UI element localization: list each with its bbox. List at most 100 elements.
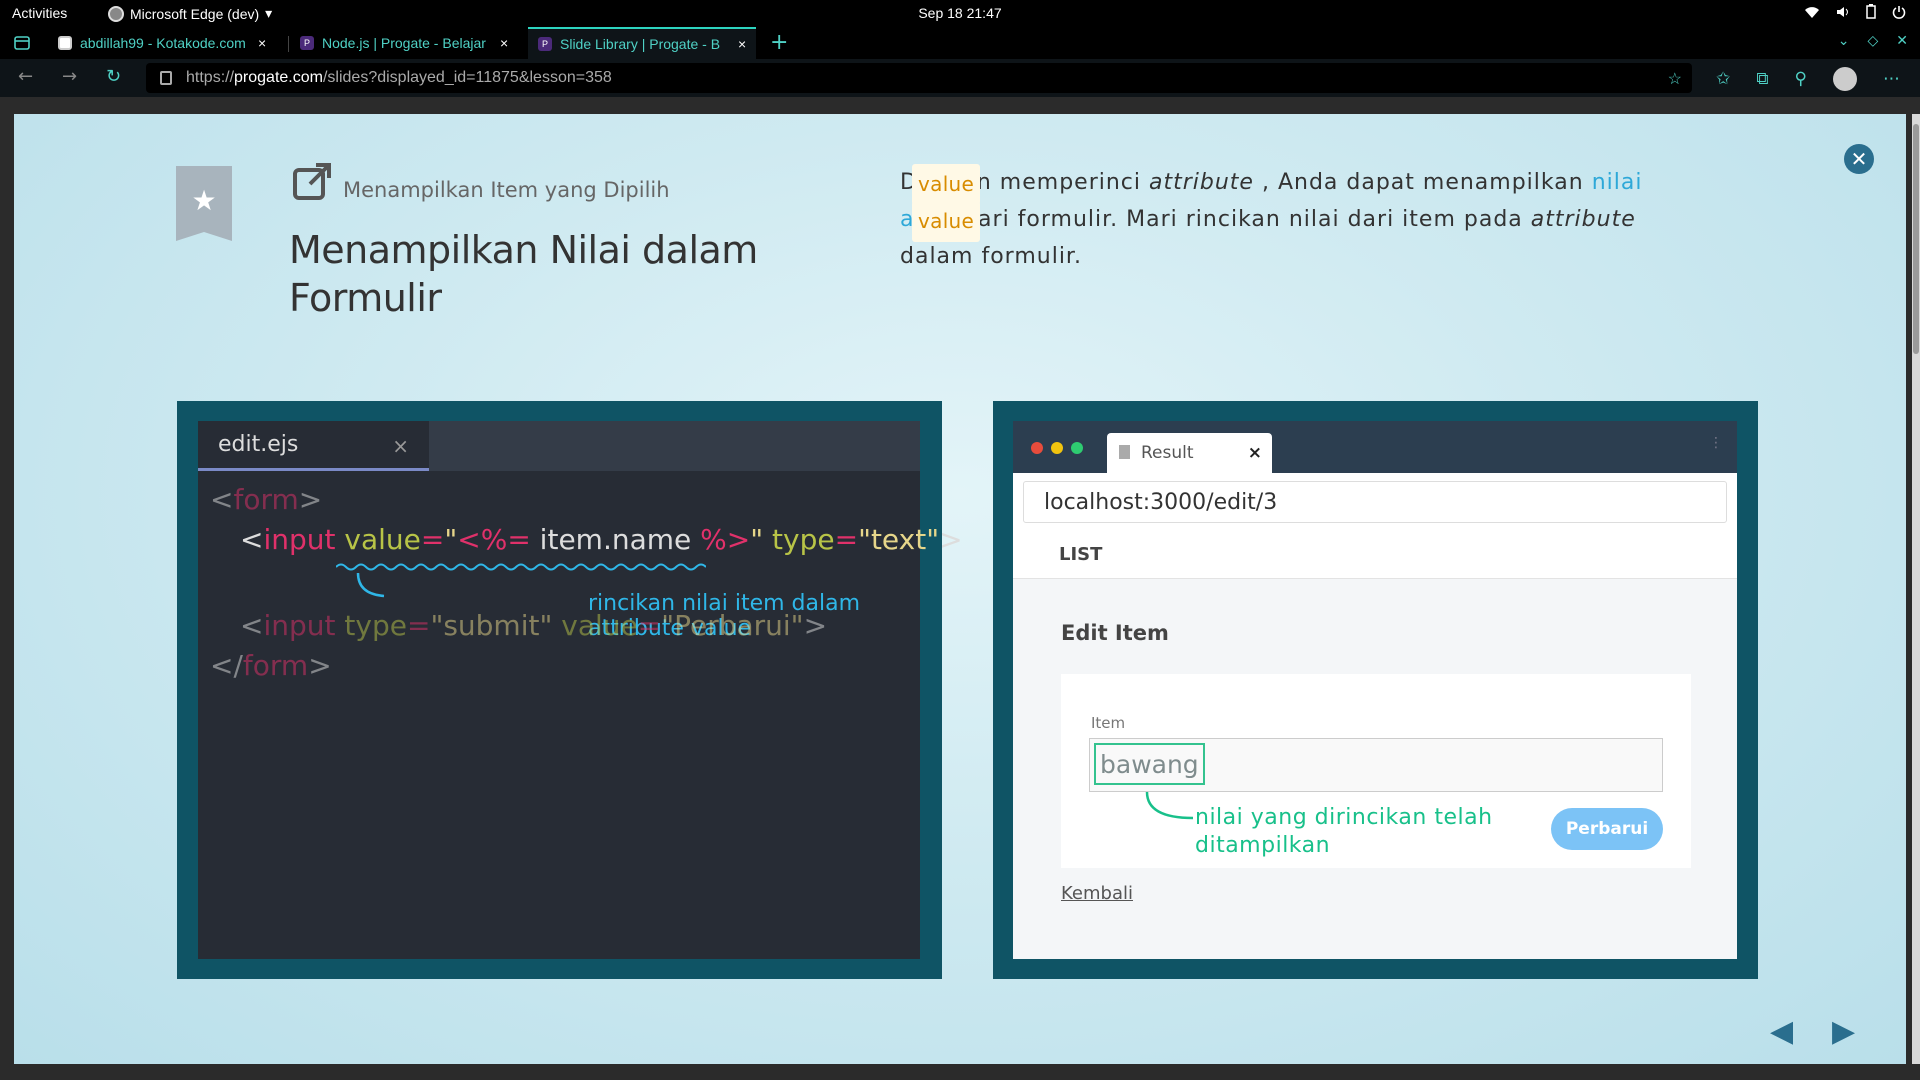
toolbar-right: ✩ ⧉ ⚲ ⋯ [1716, 67, 1900, 91]
back-link[interactable]: Kembali [1061, 883, 1133, 904]
new-tab-button[interactable]: + [770, 30, 788, 55]
app-menu[interactable]: Microsoft Edge (dev) ▾ [108, 5, 272, 22]
code-token: < [240, 609, 264, 642]
close-modal-button[interactable]: ✕ [1844, 144, 1874, 174]
tab-progate-nodejs[interactable]: P Node.js | Progate - Belajar × [290, 27, 518, 59]
code-token: type [344, 609, 407, 642]
next-slide-icon[interactable]: ▶ [1832, 1014, 1855, 1049]
annotation-connector [1145, 792, 1194, 820]
code-token: > [939, 523, 963, 556]
document-icon [1119, 445, 1130, 459]
more-menu-icon[interactable]: ⋯ [1883, 69, 1900, 89]
url-domain: progate.com [234, 69, 323, 86]
nav-list-link[interactable]: LIST [1013, 531, 1737, 579]
back-icon[interactable]: ← [18, 66, 33, 87]
scrollbar-thumb[interactable] [1913, 124, 1919, 354]
bookmark-star-icon[interactable]: ★ [176, 166, 232, 241]
code-line-1: <form> [210, 483, 322, 516]
minimize-dot-icon [1051, 442, 1063, 454]
add-favorite-icon[interactable]: ☆ [1668, 69, 1682, 89]
code-line-4: </form> [210, 649, 332, 682]
tab-actions-icon[interactable] [14, 36, 30, 50]
close-window-icon[interactable]: ✕ [1896, 33, 1908, 49]
code-token: item.name [530, 523, 701, 556]
editor-tab-bar: edit.ejs × [198, 421, 920, 471]
inline-code: value [912, 201, 981, 242]
code-token: %> [700, 523, 751, 556]
favorites-icon[interactable]: ✩ [1716, 69, 1730, 89]
navigation-bar: ← → ↻ https://progate.com/slides?display… [0, 59, 1920, 97]
close-icon[interactable]: × [258, 35, 266, 51]
more-vertical-icon[interactable]: ⋮ [1709, 435, 1723, 451]
desc-italic: attribute [1530, 207, 1636, 232]
tab-title: abdillah99 - Kotakode.com [80, 35, 246, 51]
desc-text: dari formulir. Mari rincikan nilai dari … [955, 207, 1531, 232]
close-icon[interactable]: × [500, 35, 508, 51]
update-button[interactable]: Perbarui [1551, 808, 1663, 850]
url-path: /slides?displayed_id=11875&lesson=358 [322, 69, 612, 86]
file-tab[interactable]: edit.ejs × [198, 421, 429, 471]
code-token: " [750, 523, 764, 556]
code-editor: edit.ejs × <form> <input value="<%= item… [198, 421, 963, 959]
tab-kotakode[interactable]: abdillah99 - Kotakode.com × [48, 27, 276, 59]
page-viewport: ★ Menampilkan Item yang Dipilih Menampil… [0, 97, 1920, 1080]
extensions-icon[interactable]: ⚲ [1795, 69, 1807, 89]
code-token: <%= [457, 523, 531, 556]
annotation-line: nilai yang dirincikan telah [1195, 805, 1493, 830]
file-name: edit.ejs [218, 432, 299, 457]
clock[interactable]: Sep 18 21:47 [0, 5, 1920, 21]
code-token: input [263, 523, 336, 556]
code-token: = [637, 609, 662, 642]
refresh-icon[interactable]: ↻ [106, 66, 121, 87]
address-bar[interactable]: https://progate.com/slides?displayed_id=… [146, 63, 1692, 93]
slide-description: Dengan memperinci attribute value, Anda … [900, 164, 1700, 275]
close-icon[interactable]: × [1248, 443, 1262, 463]
minimize-icon[interactable]: ◇ [1867, 33, 1878, 49]
system-tray[interactable] [1804, 4, 1906, 19]
window-controls: ⌄ ◇ ✕ [1838, 33, 1908, 49]
power-icon [1892, 5, 1906, 19]
activities-button[interactable]: Activities [12, 5, 67, 21]
edit-heading: Edit Item [1061, 621, 1169, 645]
code-token: "text" [858, 523, 940, 556]
forward-icon[interactable]: → [62, 66, 77, 87]
system-top-bar: Activities Microsoft Edge (dev) ▾ Sep 18… [0, 0, 1920, 27]
tab-title: Slide Library | Progate - B [560, 36, 721, 52]
item-input[interactable]: bawang [1089, 738, 1663, 792]
result-tab-label: Result [1141, 443, 1194, 463]
tab-list-chevron-icon[interactable]: ⌄ [1838, 33, 1850, 49]
progate-favicon-icon: P [300, 36, 314, 50]
code-token: > [803, 609, 828, 642]
profile-avatar[interactable] [1833, 67, 1857, 91]
page-scrollbar[interactable] [1912, 114, 1920, 1064]
code-token: = [420, 523, 445, 556]
result-tab[interactable]: Result × [1107, 433, 1272, 473]
result-panel: Result × ⋮ localhost:3000/edit/3 LIST Ed… [993, 401, 1758, 979]
tab-separator [288, 36, 289, 52]
close-file-icon[interactable]: × [392, 434, 409, 458]
collections-icon[interactable]: ⧉ [1756, 69, 1768, 89]
code-token: type [772, 523, 835, 556]
code-token: > [308, 649, 332, 682]
result-browser: Result × ⋮ localhost:3000/edit/3 LIST Ed… [1013, 421, 1737, 959]
wifi-icon [1805, 6, 1819, 18]
chevron-down-icon: ▾ [265, 5, 273, 21]
lesson-subtitle: Menampilkan Item yang Dipilih [343, 178, 670, 202]
code-token: = [834, 523, 859, 556]
code-line-3: <input type="submit" value="Perbarui"> [240, 609, 827, 642]
result-page: LIST Edit Item Item bawang nilai yang di… [1013, 531, 1737, 959]
code-token: < [210, 483, 234, 516]
previous-slide-icon[interactable]: ◀ [1770, 1014, 1793, 1049]
external-link-icon [293, 163, 331, 200]
result-address-bar[interactable]: localhost:3000/edit/3 [1023, 481, 1727, 523]
code-token: "submit" [430, 609, 553, 642]
url-prefix: https:// [186, 69, 235, 86]
tab-slide-library[interactable]: P Slide Library | Progate - B × [528, 27, 757, 59]
desc-italic: attribute [1149, 170, 1254, 195]
close-icon: ✕ [1850, 147, 1868, 171]
code-token: form [233, 483, 299, 516]
close-icon[interactable]: × [738, 36, 746, 52]
kotakode-favicon-icon [58, 36, 72, 50]
code-token: "Perbarui" [661, 609, 804, 642]
